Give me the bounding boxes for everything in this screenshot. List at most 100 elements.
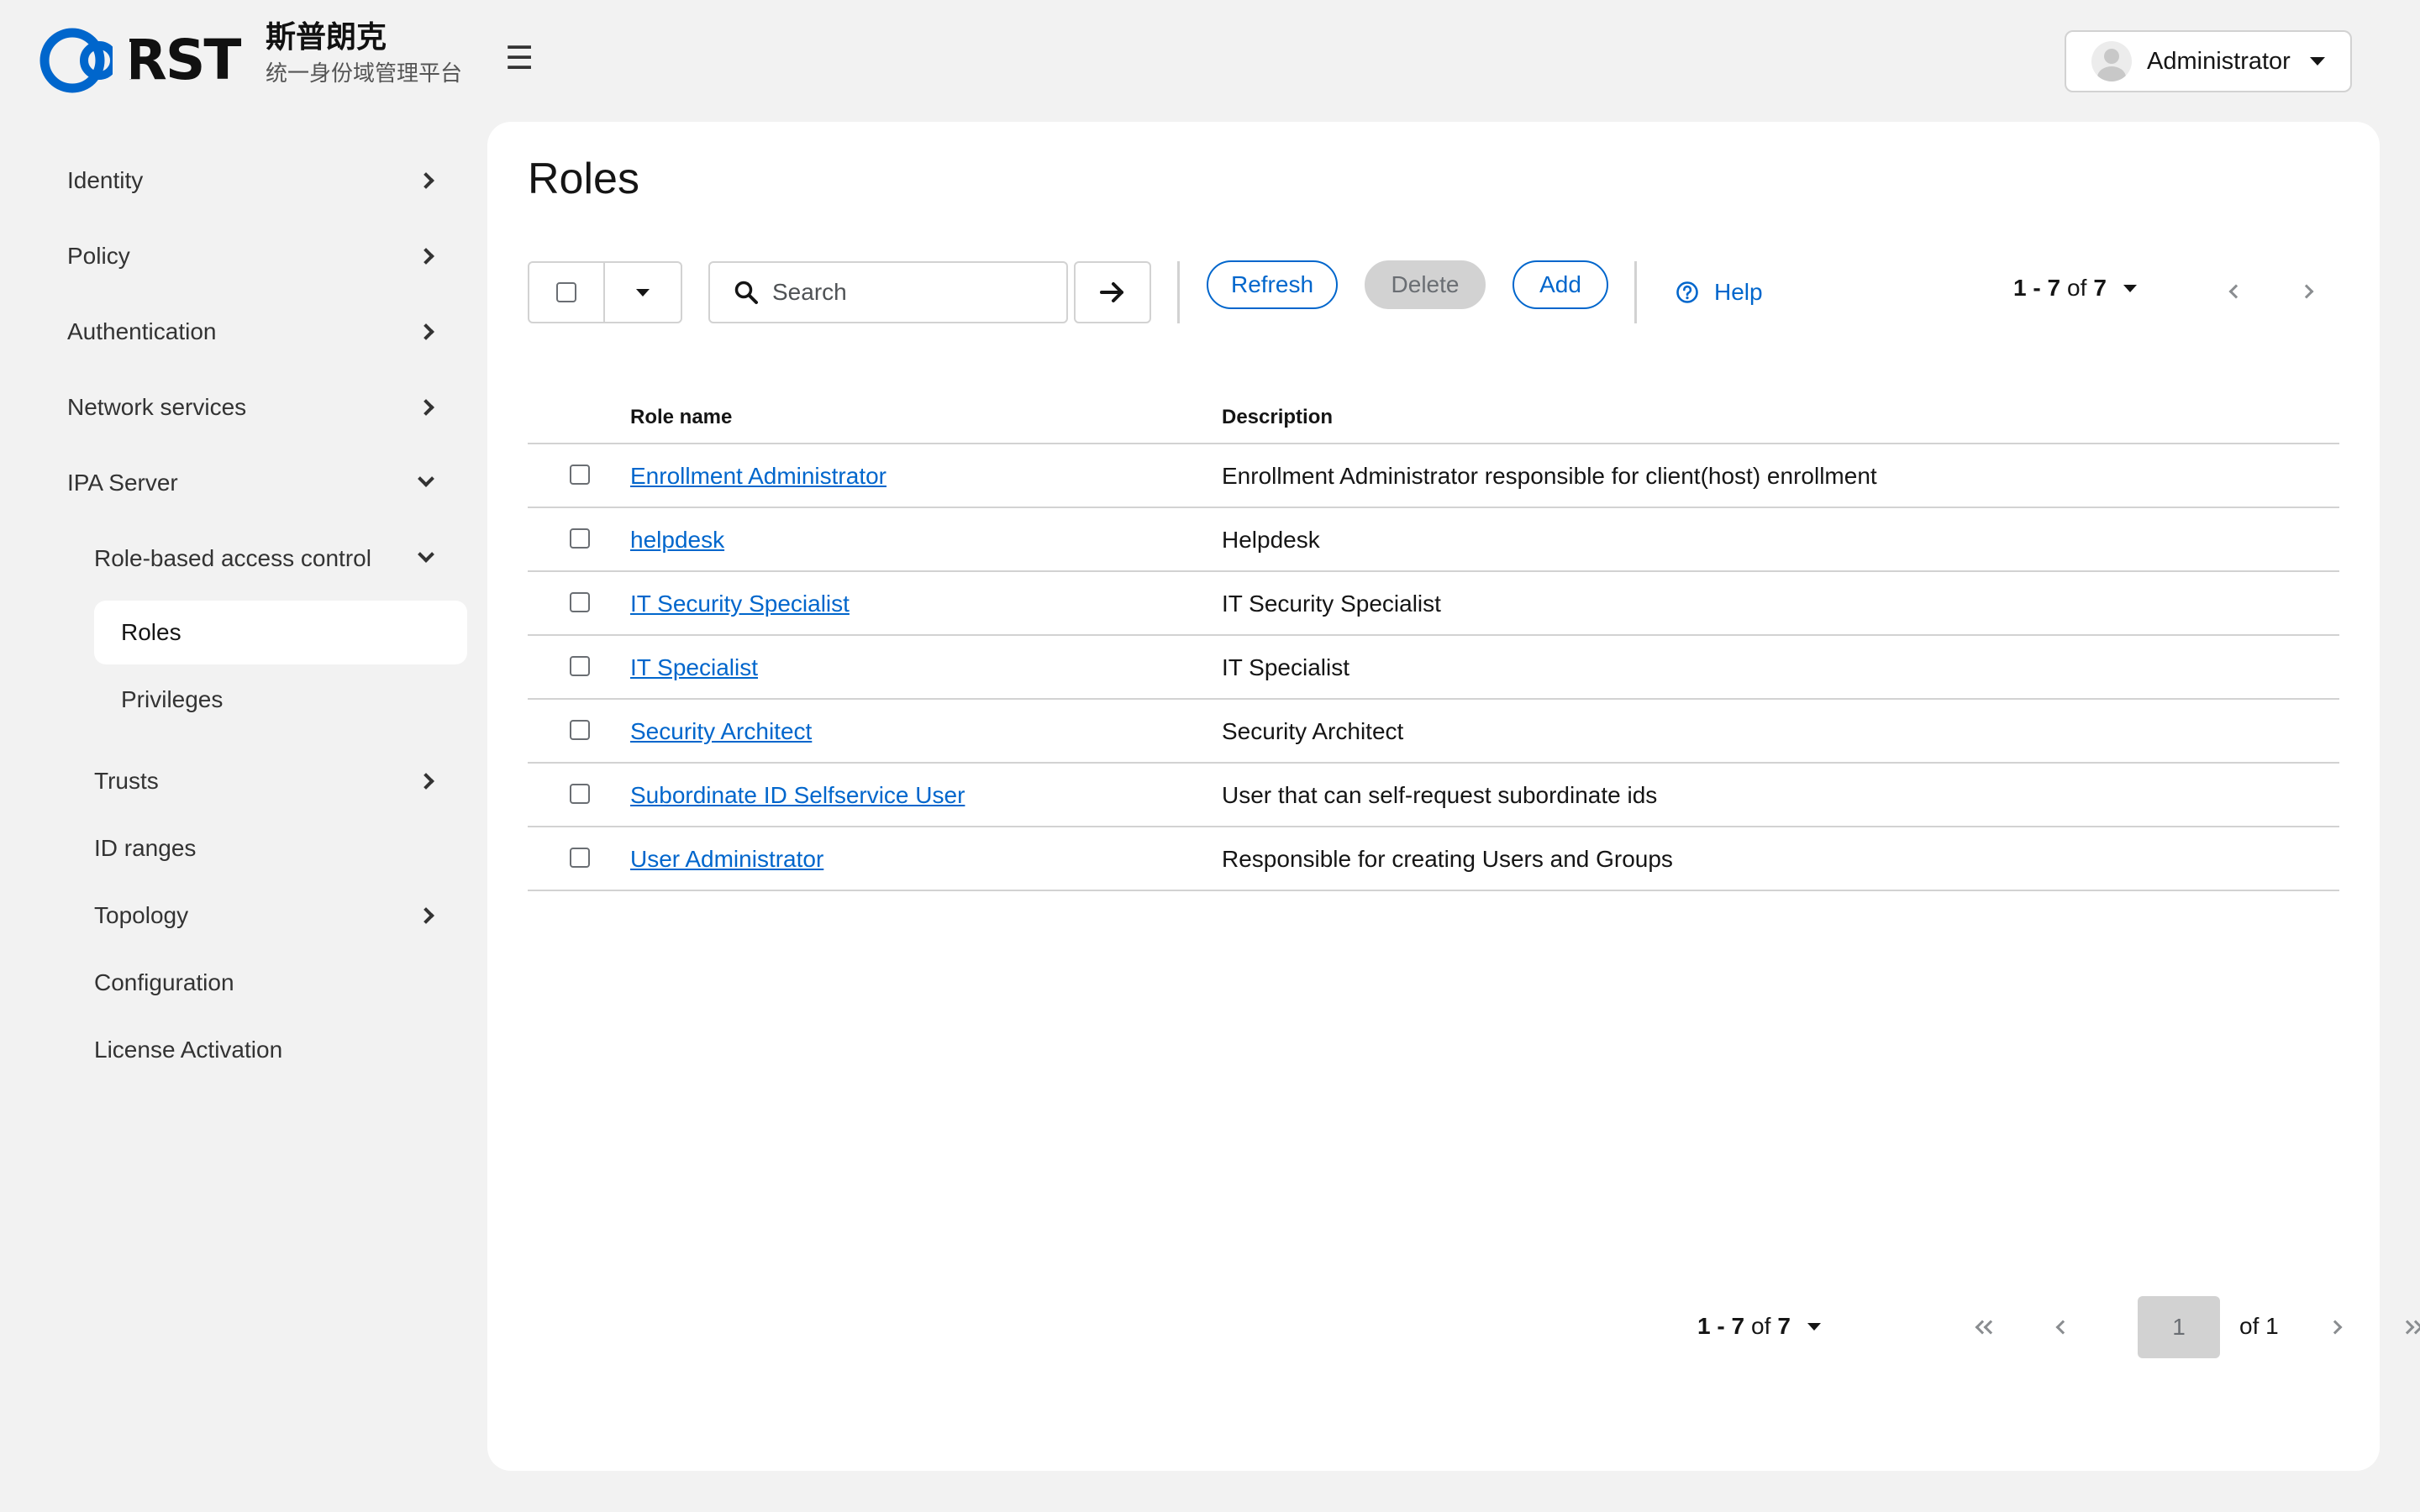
help-link[interactable]: Help — [1676, 271, 1763, 313]
sidebar-item-license-activation[interactable]: License Activation — [94, 1029, 445, 1071]
pagination-prev-button[interactable] — [2217, 275, 2250, 308]
pagination-last-button[interactable] — [2396, 1310, 2420, 1344]
sidebar-item-id-ranges[interactable]: ID ranges — [94, 827, 445, 869]
role-description: Helpdesk — [1222, 527, 1320, 553]
sidebar-item-label: Identity — [67, 167, 144, 193]
role-name-link[interactable]: Security Architect — [630, 718, 812, 745]
sidebar-item-authentication[interactable]: Authentication — [67, 311, 445, 353]
pagination-next-button[interactable] — [2292, 275, 2326, 308]
role-description: IT Security Specialist — [1222, 591, 1441, 617]
pagination-bottom: 1 - 7 of 7 1 of 1 — [1697, 1296, 2420, 1358]
main-card: Roles Refresh Delete Add Help — [487, 122, 2420, 1471]
chevron-right-icon — [418, 172, 434, 189]
table-row: Subordinate ID Selfservice User User that… — [528, 764, 2339, 827]
table-row: Security Architect Security Architect — [528, 700, 2339, 764]
role-name-link[interactable]: Enrollment Administrator — [630, 463, 886, 490]
sidebar-item-identity[interactable]: Identity — [67, 160, 445, 202]
table-row: helpdesk Helpdesk — [528, 508, 2339, 572]
row-checkbox[interactable] — [570, 848, 590, 868]
sidebar-item-network-services[interactable]: Network services — [67, 386, 445, 428]
sidebar-item-trusts[interactable]: Trusts — [94, 760, 445, 802]
sidebar-item-label: IPA Server — [67, 470, 178, 496]
sidebar-item-label: License Activation — [94, 1037, 283, 1063]
sidebar-item-label: Authentication — [67, 318, 217, 344]
search-submit-button[interactable] — [1074, 261, 1151, 323]
role-description: Responsible for creating Users and Group… — [1222, 846, 1673, 872]
row-checkbox[interactable] — [570, 528, 590, 549]
search-input[interactable] — [772, 279, 1058, 306]
pagination-bottom-toggle[interactable]: 1 - 7 of 7 — [1697, 1313, 1821, 1340]
table-row: IT Specialist IT Specialist — [528, 636, 2339, 700]
brand-logo-icon — [39, 28, 131, 93]
role-description: Security Architect — [1222, 718, 1404, 744]
row-checkbox[interactable] — [570, 784, 590, 804]
chevron-right-icon — [418, 399, 434, 416]
user-name: Administrator — [2147, 47, 2291, 75]
user-menu-toggle[interactable]: Administrator — [2065, 30, 2352, 92]
sidebar-item-configuration[interactable]: Configuration — [94, 962, 445, 1004]
roles-table: Role name Description Enrollment Adminis… — [528, 392, 2339, 891]
row-checkbox[interactable] — [570, 465, 590, 485]
page-number-input[interactable]: 1 — [2138, 1296, 2220, 1358]
sidebar-item-policy[interactable]: Policy — [67, 235, 445, 277]
row-checkbox[interactable] — [570, 592, 590, 612]
row-checkbox[interactable] — [570, 720, 590, 740]
role-name-link[interactable]: helpdesk — [630, 527, 724, 554]
sidebar-item-label: Configuration — [94, 969, 234, 995]
double-chevron-left-icon — [1972, 1319, 1998, 1336]
page-title: Roles — [528, 155, 639, 203]
chevron-right-icon — [418, 323, 434, 340]
caret-down-icon — [1807, 1322, 1821, 1331]
sidebar-item-privileges[interactable]: Privileges — [121, 679, 445, 721]
bulk-select-checkbox[interactable] — [556, 282, 576, 302]
sidebar-item-label: Policy — [67, 243, 130, 269]
sidebar-item-label: Trusts — [94, 768, 159, 794]
bulk-select-toggle[interactable] — [605, 263, 681, 322]
pagination-total: 7 — [2093, 275, 2107, 301]
pagination-next-button[interactable] — [2321, 1310, 2354, 1344]
sidebar-item-roles[interactable]: Roles — [94, 601, 467, 664]
row-checkbox[interactable] — [570, 656, 590, 676]
table-header: Role name Description — [528, 392, 2339, 444]
role-name-link[interactable]: IT Specialist — [630, 654, 758, 681]
pagination-top-toggle[interactable]: 1 - 7 of 7 — [2013, 275, 2137, 302]
chevron-right-icon — [2328, 1320, 2343, 1335]
sidebar-item-label: Privileges — [121, 686, 224, 712]
bulk-select — [528, 261, 682, 323]
role-description: IT Specialist — [1222, 654, 1349, 680]
sidebar-item-label: Role-based access control — [94, 545, 371, 571]
help-label: Help — [1714, 279, 1763, 305]
sidebar-item-rbac[interactable]: Role-based access control — [94, 538, 445, 580]
chevron-down-icon — [418, 546, 434, 563]
role-description: Enrollment Administrator responsible for… — [1222, 463, 1877, 489]
role-name-link[interactable]: Subordinate ID Selfservice User — [630, 782, 965, 809]
brand-letters: RST — [124, 28, 241, 92]
search-box — [708, 261, 1068, 323]
menu-icon[interactable]: ☰ — [501, 40, 538, 77]
pagination-first-button[interactable] — [1968, 1310, 2002, 1344]
bulk-select-checkbox-wrap — [529, 263, 605, 322]
column-header-description: Description — [1222, 406, 1334, 428]
help-icon — [1676, 281, 1698, 303]
chevron-right-icon — [418, 773, 434, 790]
role-name-link[interactable]: User Administrator — [630, 846, 823, 873]
brand-text: 斯普朗克 统一身份域管理平台 — [266, 18, 518, 91]
add-button[interactable]: Add — [1512, 260, 1608, 309]
role-name-link[interactable]: IT Security Specialist — [630, 591, 850, 617]
pagination-prev-button[interactable] — [2044, 1310, 2077, 1344]
column-header-role-name[interactable]: Role name — [630, 406, 732, 429]
table-row: User Administrator Responsible for creati… — [528, 827, 2339, 891]
sidebar-item-ipa-server[interactable]: IPA Server — [67, 462, 445, 504]
brand-logo[interactable]: RST — [39, 22, 241, 99]
sidebar-item-topology[interactable]: Topology — [94, 895, 445, 937]
refresh-button[interactable]: Refresh — [1207, 260, 1338, 309]
pagination-range: 1 - 7 — [1697, 1313, 1745, 1339]
sidebar-item-label: Topology — [94, 902, 189, 928]
caret-down-icon — [636, 288, 650, 297]
sidebar-item-label: Roles — [121, 619, 182, 645]
search-icon — [734, 281, 758, 304]
delete-button[interactable]: Delete — [1365, 260, 1486, 309]
chevron-down-icon — [418, 470, 434, 487]
chevron-right-icon — [418, 248, 434, 265]
role-description: User that can self-request subordinate i… — [1222, 782, 1658, 808]
